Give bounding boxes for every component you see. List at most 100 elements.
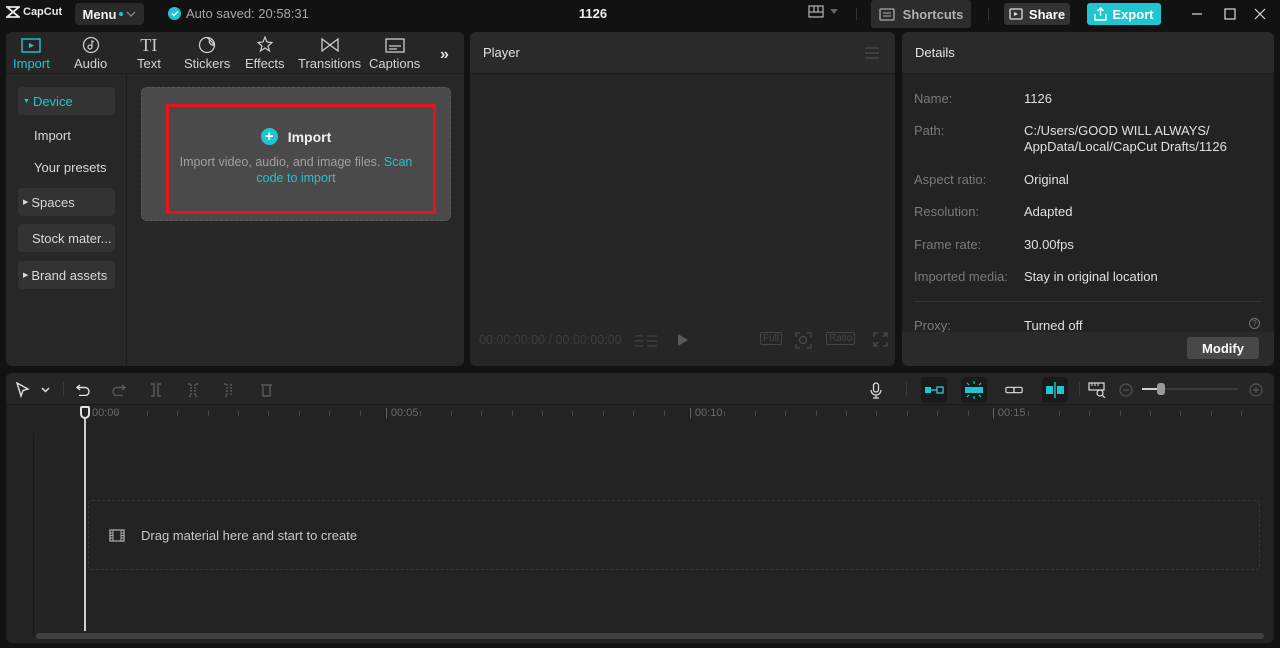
ruler-tick bbox=[785, 411, 787, 416]
link-icon bbox=[1005, 386, 1023, 394]
select-tool-dropdown[interactable] bbox=[36, 381, 54, 399]
split-button[interactable] bbox=[147, 381, 165, 399]
tab-text[interactable]: TI Text bbox=[137, 34, 161, 72]
caret-down-icon bbox=[830, 9, 838, 14]
preview-axis-button[interactable] bbox=[1042, 377, 1068, 403]
share-label: Share bbox=[1028, 6, 1066, 22]
tab-import[interactable]: Import bbox=[13, 35, 50, 71]
scan-code-link[interactable]: code to import bbox=[256, 171, 335, 185]
split-right-icon bbox=[224, 383, 232, 397]
import-dropzone[interactable]: + Import Import video, audio, and image … bbox=[141, 87, 451, 221]
select-tool-button[interactable] bbox=[14, 381, 32, 399]
sidebar-item-brand-assets[interactable]: ▶ Brand assets bbox=[18, 261, 115, 289]
zoom-fit-icon[interactable] bbox=[795, 332, 812, 349]
delete-button[interactable] bbox=[257, 381, 275, 399]
auto-snap-button[interactable] bbox=[961, 377, 987, 403]
redo-icon bbox=[112, 384, 126, 396]
zoom-slider[interactable] bbox=[1142, 383, 1238, 395]
hamburger-menu-icon[interactable] bbox=[865, 47, 879, 59]
maximize-button[interactable] bbox=[1221, 5, 1239, 23]
zoom-to-fit-button[interactable] bbox=[1088, 381, 1106, 399]
ruler-tick bbox=[815, 411, 817, 416]
ruler-tick bbox=[298, 411, 300, 416]
caret-right-icon: ▶ bbox=[23, 272, 29, 279]
ruler-tick bbox=[572, 411, 574, 416]
snap-icon bbox=[965, 381, 983, 399]
timecode: 00:00:00:00 / 00:00:00:00 bbox=[479, 333, 622, 347]
sidebar-item-your-presets[interactable]: Your presets bbox=[18, 153, 115, 181]
ruler-tick bbox=[1028, 411, 1030, 416]
divider bbox=[988, 8, 989, 20]
details-body: Name: 1126 Path: C:/Users/GOOD WILL ALWA… bbox=[902, 74, 1274, 333]
total-time: 00:00:00:00 bbox=[555, 333, 622, 347]
ruler-tick bbox=[359, 411, 361, 416]
share-icon bbox=[1009, 7, 1023, 20]
current-time: 00:00:00:00 bbox=[479, 333, 546, 347]
full-button[interactable]: Full bbox=[760, 332, 783, 345]
player-controls: 00:00:00:00 / 00:00:00:00 Full Ratio bbox=[470, 330, 895, 352]
tab-transitions[interactable]: Transitions bbox=[298, 35, 361, 71]
ruler-tick bbox=[511, 411, 513, 416]
export-button[interactable]: Export bbox=[1087, 3, 1161, 25]
ruler-label: 00:00 bbox=[92, 407, 120, 419]
import-button[interactable]: + Import bbox=[142, 128, 450, 145]
sidebar-item-device[interactable]: ▼ Device bbox=[18, 87, 115, 115]
sidebar-item-import[interactable]: Import bbox=[18, 121, 115, 149]
sidebar-item-stock-material[interactable]: Stock mater... bbox=[18, 224, 115, 252]
captions-icon bbox=[385, 35, 405, 55]
timeline-toolbar bbox=[6, 373, 1274, 405]
player-panel: Player 00:00:00:00 / 00:00:00:00 Full Ra… bbox=[470, 32, 895, 366]
tab-label: Text bbox=[137, 56, 161, 71]
timeline-horizontal-scrollbar[interactable] bbox=[36, 633, 1264, 639]
timeline-drop-zone[interactable]: Drag material here and start to create bbox=[88, 500, 1260, 570]
linkage-button[interactable] bbox=[1005, 381, 1023, 399]
undo-button[interactable] bbox=[74, 381, 92, 399]
zoom-out-icon bbox=[1119, 383, 1133, 397]
ruler-tick bbox=[1150, 411, 1151, 416]
split-left-button[interactable] bbox=[184, 381, 202, 399]
zoom-in-button[interactable] bbox=[1247, 381, 1265, 399]
ruler-search-icon bbox=[1088, 382, 1106, 398]
scan-code-link[interactable]: Scan bbox=[384, 155, 413, 169]
ratio-button[interactable]: Ratio bbox=[826, 332, 856, 345]
split-right-button[interactable] bbox=[220, 381, 238, 399]
more-tabs-button[interactable]: » bbox=[440, 46, 449, 64]
help-icon[interactable]: ? bbox=[1249, 318, 1260, 329]
ruler-tick bbox=[1119, 411, 1121, 416]
play-icon[interactable] bbox=[677, 333, 689, 347]
zoom-slider-handle[interactable] bbox=[1157, 383, 1166, 395]
tab-audio[interactable]: Audio bbox=[74, 35, 107, 71]
share-button[interactable]: Share bbox=[1004, 3, 1070, 25]
cursor-icon bbox=[16, 382, 30, 398]
main-track-magnet-button[interactable] bbox=[921, 377, 947, 403]
layout-icon bbox=[808, 5, 824, 18]
caret-down-icon: ▼ bbox=[23, 97, 30, 105]
shortcuts-button[interactable]: Shortcuts bbox=[871, 0, 971, 28]
playhead[interactable] bbox=[84, 415, 86, 631]
fullscreen-icon[interactable] bbox=[873, 332, 888, 347]
tab-label: Audio bbox=[74, 56, 108, 71]
layout-button[interactable] bbox=[808, 5, 838, 18]
timeline-ruler[interactable]: 00:00 | 00:05 | 00:10 | 00:15 bbox=[6, 405, 1274, 425]
tab-effects[interactable]: Effects bbox=[245, 35, 285, 71]
text-icon: TI bbox=[140, 34, 158, 55]
import-description: Import video, audio, and image files. Sc… bbox=[179, 155, 413, 185]
timeline-grid-icon[interactable] bbox=[635, 334, 657, 348]
record-audio-button[interactable] bbox=[867, 381, 885, 399]
playhead-handle[interactable] bbox=[80, 406, 90, 419]
autosave-status: Auto saved: 20:58:31 bbox=[168, 6, 309, 21]
tab-stickers[interactable]: Stickers bbox=[184, 35, 230, 71]
drop-zone-text: Drag material here and start to create bbox=[141, 527, 358, 543]
close-button[interactable] bbox=[1251, 5, 1269, 23]
zoom-out-button[interactable] bbox=[1117, 381, 1135, 399]
minimize-button[interactable] bbox=[1188, 5, 1206, 23]
menu-button[interactable]: Menu bbox=[75, 3, 144, 25]
redo-button[interactable] bbox=[110, 381, 128, 399]
modify-button[interactable]: Modify bbox=[1187, 337, 1259, 359]
ruler-tick bbox=[1058, 411, 1060, 416]
autosave-text: Auto saved: 20:58:31 bbox=[186, 6, 309, 21]
sidebar-item-spaces[interactable]: ▶ Spaces bbox=[18, 188, 115, 216]
details-title: Details bbox=[915, 45, 955, 60]
tab-captions[interactable]: Captions bbox=[369, 35, 420, 71]
ruler-tick bbox=[116, 411, 118, 416]
